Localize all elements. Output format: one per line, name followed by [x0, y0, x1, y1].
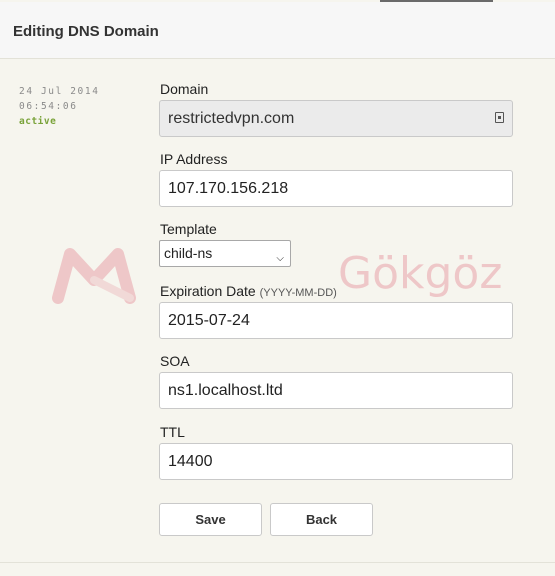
page-title: Editing DNS Domain	[13, 23, 159, 40]
expiration-date-label-text: Expiration Date	[160, 283, 256, 299]
ip-address-label: IP Address	[160, 151, 228, 167]
template-select[interactable]: child-ns ⌵	[159, 240, 291, 267]
soa-field[interactable]: ns1.localhost.ltd	[159, 372, 513, 409]
domain-field: restrictedvpn.com	[159, 100, 513, 137]
date-format-hint: (YYYY-MM-DD)	[259, 287, 337, 299]
expiration-date-value: 2015-07-24	[168, 312, 250, 329]
template-selected-value: child-ns	[164, 245, 213, 261]
header: Editing DNS Domain	[0, 2, 555, 59]
soa-value: ns1.localhost.ltd	[168, 382, 283, 399]
lock-icon	[495, 112, 504, 123]
ip-address-field[interactable]: 107.170.156.218	[159, 170, 513, 207]
ttl-label: TTL	[160, 424, 185, 440]
divider	[0, 562, 555, 563]
ttl-field[interactable]: 14400	[159, 443, 513, 480]
record-meta: 24 Jul 2014 06:54:06 active	[19, 84, 100, 129]
template-label: Template	[160, 221, 217, 237]
status-badge: active	[19, 116, 57, 127]
ip-address-value: 107.170.156.218	[168, 180, 289, 197]
logo-icon	[52, 248, 136, 304]
domain-value: restrictedvpn.com	[168, 110, 295, 127]
expiration-date-label: Expiration Date (YYYY-MM-DD)	[160, 283, 337, 299]
save-button[interactable]: Save	[159, 503, 262, 536]
expiration-date-field[interactable]: 2015-07-24	[159, 302, 513, 339]
record-time: 06:54:06	[19, 101, 78, 112]
record-date: 24 Jul 2014	[19, 86, 100, 97]
domain-label: Domain	[160, 81, 209, 97]
watermark-text: Gökgöz	[338, 248, 503, 299]
edit-dns-domain-page: Editing DNS Domain 24 Jul 2014 06:54:06 …	[0, 0, 555, 576]
chevron-down-icon: ⌵	[276, 253, 284, 264]
soa-label: SOA	[160, 353, 190, 369]
ttl-value: 14400	[168, 453, 213, 470]
back-button[interactable]: Back	[270, 503, 373, 536]
